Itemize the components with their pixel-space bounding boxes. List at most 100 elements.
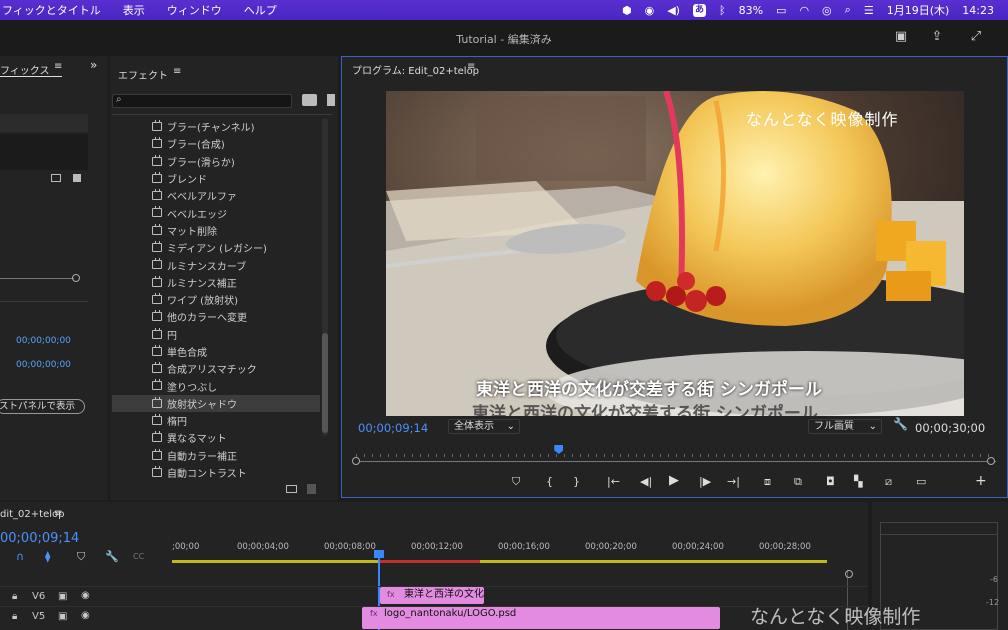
effect-item[interactable]: 異なるマット [112, 429, 320, 446]
effect-item[interactable]: マット削除 [112, 222, 320, 239]
effect-item[interactable]: ベベルアルファ [112, 187, 320, 204]
captions-icon[interactable]: CC [133, 552, 144, 561]
track-name[interactable]: V6 [32, 591, 45, 602]
mark-in-icon[interactable]: { [546, 475, 553, 488]
effect-item[interactable]: ルミナンス補正 [112, 274, 320, 291]
scroll-handle[interactable] [845, 570, 853, 578]
quick-export-icon[interactable]: ▣ [893, 29, 909, 45]
effect-item[interactable]: ブラー(合成) [112, 135, 320, 152]
safe-margins-icon[interactable]: ▭ [916, 475, 926, 488]
track-name[interactable]: V5 [32, 611, 45, 622]
trash-icon[interactable] [307, 484, 316, 494]
vr-icon[interactable]: ⧄ [885, 475, 892, 489]
slider-handle[interactable] [72, 274, 80, 282]
slider-track[interactable] [0, 278, 74, 279]
step-forward-icon[interactable]: |▶ [699, 475, 711, 488]
effect-item[interactable]: 単色合成 [112, 343, 320, 360]
tab-effects[interactable]: エフェクト [118, 67, 168, 82]
spotlight-icon[interactable]: ⌕ [845, 3, 851, 17]
current-timecode[interactable]: 00;00;09;14 [358, 421, 428, 435]
extract-icon[interactable]: ⧉ [794, 475, 802, 489]
menu-window[interactable]: ウィンドウ [156, 2, 233, 18]
new-bin-icon[interactable] [302, 94, 317, 106]
step-back-icon[interactable]: ◀| [640, 475, 652, 488]
play-icon[interactable]: ▶ [669, 473, 679, 488]
timeline-ruler[interactable]: ;00;00 00;00;04;00 00;00;08;00 00;00;12;00 0… [172, 542, 832, 554]
recording-icon[interactable]: ◉ [645, 4, 655, 17]
effect-item[interactable]: ルミナンスカーブ [112, 256, 320, 273]
sync-icon[interactable]: ▣ [58, 611, 67, 622]
clip-logo[interactable]: fx logo_nantonaku/LOGO.psd [362, 607, 720, 629]
fullscreen-icon[interactable]: ⤢ [968, 29, 984, 45]
control-center-icon[interactable]: ☰ [864, 4, 874, 17]
new-folder-icon[interactable] [286, 485, 297, 493]
effect-item[interactable]: 自動カラー補正 [112, 447, 320, 464]
scrollbar-thumb[interactable] [322, 333, 328, 433]
effects-scrollbar[interactable] [322, 118, 328, 436]
button-editor-icon[interactable]: + [975, 473, 987, 489]
user-icon[interactable]: ◎ [822, 4, 832, 17]
effect-item[interactable]: 合成アリスマチック [112, 360, 320, 377]
timeline-playhead-head[interactable] [374, 550, 384, 558]
effect-item[interactable]: ミディアン (レガシー) [112, 239, 320, 256]
playhead-marker[interactable] [554, 445, 564, 454]
eye-icon[interactable]: ◉ [81, 590, 90, 601]
tab-effect-controls[interactable]: フィックス [0, 62, 50, 77]
folder-icon[interactable] [51, 174, 61, 182]
go-to-out-icon[interactable]: →| [727, 475, 740, 488]
scrub-bar[interactable] [356, 461, 996, 462]
effect-item[interactable]: ブラー(滑らか) [112, 153, 320, 170]
panel-menu-icon[interactable]: ≡ [467, 61, 475, 72]
wifi-icon[interactable]: ◠ [799, 4, 809, 17]
battery-icon[interactable]: ▭ [776, 4, 786, 17]
video-frame[interactable]: なんとなく映像制作 東洋と西洋の文化が交差する街 シンガポール 東洋と西洋の文化… [386, 91, 964, 416]
input-source-icon[interactable]: あ [692, 3, 706, 17]
panel-menu-icon[interactable]: ≡ [54, 61, 62, 72]
effect-item[interactable]: ワイプ (放射状) [112, 291, 320, 308]
timecode-1[interactable]: 00;00;00;00 [16, 336, 71, 346]
settings-wrench-icon[interactable]: 🔧 [105, 550, 119, 563]
effect-item[interactable]: 他のカラーへ変更 [112, 308, 320, 325]
preset-icon[interactable] [327, 94, 335, 106]
comparison-view-icon[interactable]: ▚ [854, 475, 862, 488]
effect-item[interactable]: 円 [112, 326, 320, 343]
quality-select[interactable]: フル画質 ⌄ [808, 419, 882, 434]
effect-item[interactable]: ブラー(チャンネル) [112, 118, 320, 135]
effect-item[interactable]: 塗りつぶし [112, 377, 320, 394]
effect-item[interactable]: ベベルエッジ [112, 204, 320, 221]
menu-view[interactable]: 表示 [112, 2, 156, 18]
filter-icon[interactable] [73, 174, 81, 182]
lock-icon[interactable]: 🔒︎ [12, 611, 17, 622]
fit-select[interactable]: 全体表示 ⌄ [448, 419, 520, 434]
camera-icon[interactable]: ◘ [826, 475, 835, 488]
panel-menu-icon[interactable]: ≡ [54, 508, 62, 519]
lift-icon[interactable]: ⧈ [764, 475, 771, 489]
go-to-in-icon[interactable]: |← [607, 475, 620, 488]
app-status-icon[interactable]: ⬢ [622, 4, 632, 17]
lock-icon[interactable]: 🔒︎ [12, 591, 17, 602]
effect-item[interactable]: 自動コントラスト [112, 464, 320, 481]
share-icon[interactable]: ⇪ [929, 29, 945, 45]
volume-icon[interactable]: ◀) [667, 4, 680, 17]
mark-out-icon[interactable]: } [573, 475, 580, 488]
snap-icon[interactable]: ∩ [16, 550, 24, 563]
tab-program[interactable]: プログラム: Edit_02+telop [352, 62, 479, 77]
scroll-handle-right[interactable] [987, 457, 995, 465]
add-marker-icon[interactable]: ⛉ [512, 475, 520, 489]
sync-icon[interactable]: ▣ [58, 591, 67, 602]
menu-help[interactable]: ヘルプ [233, 2, 288, 18]
wrench-icon[interactable]: 🔧 [893, 417, 908, 431]
effect-item[interactable]: ブレンド [112, 170, 320, 187]
eye-icon[interactable]: ◉ [81, 610, 90, 621]
panel-menu-icon[interactable]: ≡ [173, 66, 181, 77]
marker-icon[interactable]: ⛉ [77, 550, 85, 564]
timecode-2[interactable]: 00;00;00;00 [16, 360, 71, 370]
clip-caption[interactable]: fx 東洋と西洋の文化 [380, 587, 484, 604]
effect-item[interactable]: 放射状シャドウ [112, 394, 320, 413]
effects-search-input[interactable]: ⌕ [112, 94, 292, 108]
expand-panels-icon[interactable]: » [90, 58, 97, 72]
linked-selection-icon[interactable]: ⧫ [45, 550, 50, 563]
show-in-panel-button[interactable]: ストパネルで表示 [0, 399, 85, 414]
bluetooth-icon[interactable]: ᛒ [719, 4, 726, 17]
effect-item[interactable]: 楕円 [112, 412, 320, 429]
